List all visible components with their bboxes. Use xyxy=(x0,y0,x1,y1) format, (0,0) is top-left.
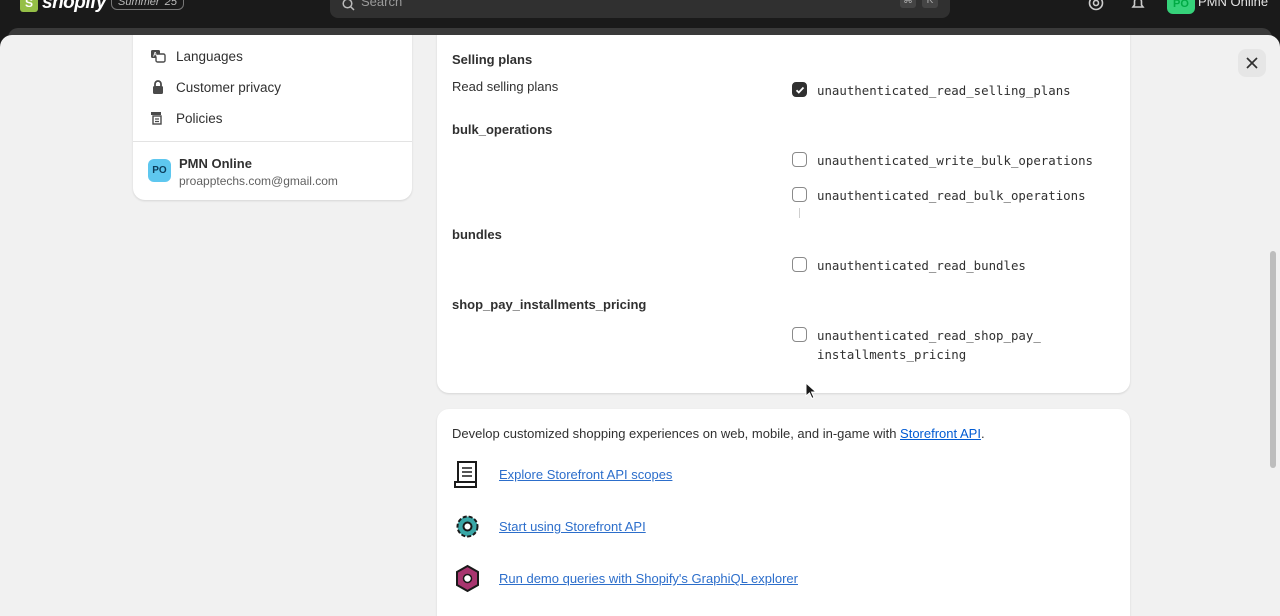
store-name: PMN Online xyxy=(179,156,252,171)
notifications-bell-icon[interactable] xyxy=(1129,0,1147,12)
user-avatar[interactable]: PO xyxy=(1167,0,1195,14)
scope-name: unauthenticated_read_selling_plans xyxy=(817,83,1071,98)
checkmark-icon xyxy=(795,86,804,94)
shopify-logo[interactable]: S shopify xyxy=(20,0,107,14)
scope-name: unauthenticated_write_bulk_operations xyxy=(817,153,1094,168)
scope-row-read-shop-pay-installments[interactable]: unauthenticated_read_shop_pay_ installme… xyxy=(792,326,1041,364)
start-storefront-link[interactable]: Start using Storefront API xyxy=(499,519,646,534)
settings-modal: A Languages Customer privacy Policies PO… xyxy=(0,35,1280,616)
storefront-intro-text: Develop customized shopping experiences … xyxy=(452,426,985,441)
lock-icon xyxy=(150,79,166,95)
scope-row-write-bulk-operations[interactable]: unauthenticated_write_bulk_operations xyxy=(792,151,1093,170)
brand-name: shopify xyxy=(42,0,107,13)
section-subtitle-selling-plans: Read selling plans xyxy=(452,79,559,94)
scope-row-read-selling-plans[interactable]: unauthenticated_read_selling_plans xyxy=(792,81,1071,100)
sidebar-item-label: Languages xyxy=(176,48,243,64)
scope-name-line-2: installments_pricing xyxy=(817,347,967,362)
resource-row-explore-scopes: Explore Storefront API scopes xyxy=(452,459,672,490)
sidebar-item-customer-privacy[interactable]: Customer privacy xyxy=(150,79,281,95)
graphql-icon xyxy=(456,564,479,593)
scope-checkbox[interactable] xyxy=(792,257,807,272)
scope-name-line-1: unauthenticated_read_shop_pay_ xyxy=(817,328,1041,343)
modal-scrollbar[interactable] xyxy=(1270,251,1276,468)
intro-end: . xyxy=(980,426,985,441)
close-icon xyxy=(1246,57,1258,69)
scope-dependency-line xyxy=(799,208,800,218)
edition-badge[interactable]: Summer '25 xyxy=(111,0,184,10)
shortcut-key-cmd: ⌘ xyxy=(900,0,916,8)
support-icon[interactable] xyxy=(1087,0,1105,12)
scope-name: unauthenticated_read_shop_pay_ installme… xyxy=(817,326,1041,364)
section-title-bulk-operations: bulk_operations xyxy=(452,122,553,137)
close-modal-button[interactable] xyxy=(1238,49,1266,77)
store-menu-label[interactable]: PMN Online xyxy=(1198,0,1268,9)
sidebar-item-languages[interactable]: A Languages xyxy=(150,48,243,64)
intro-text: Develop customized shopping experiences … xyxy=(452,426,901,441)
search-icon xyxy=(342,0,355,11)
mouse-cursor-icon xyxy=(805,382,817,400)
settings-sidebar: A Languages Customer privacy Policies PO… xyxy=(133,35,412,200)
section-title-bundles: bundles xyxy=(452,227,502,242)
scope-checkbox[interactable] xyxy=(792,152,807,167)
search-placeholder: Search xyxy=(361,0,403,9)
graphiql-demo-link[interactable]: Run demo queries with Shopify's GraphiQL… xyxy=(499,571,798,586)
shortcut-key-k: K xyxy=(922,0,938,8)
section-title-selling-plans: Selling plans xyxy=(452,52,533,67)
resource-row-graphiql: Run demo queries with Shopify's GraphiQL… xyxy=(452,563,798,594)
scope-name: unauthenticated_read_bundles xyxy=(817,258,1026,273)
scope-checkbox-checked[interactable] xyxy=(792,82,807,97)
scope-row-read-bundles[interactable]: unauthenticated_read_bundles xyxy=(792,256,1026,275)
storefront-scopes-card: Selling plans Read selling plans unauthe… xyxy=(437,35,1130,393)
store-email: proapptechs.com@gmail.com xyxy=(179,174,338,188)
scroll-icon xyxy=(454,461,477,488)
scope-checkbox[interactable] xyxy=(792,327,807,342)
storefront-api-link[interactable]: Storefront API xyxy=(900,426,981,441)
resource-row-start-using: Start using Storefront API xyxy=(452,511,646,542)
languages-icon: A xyxy=(150,48,166,64)
sidebar-item-policies[interactable]: Policies xyxy=(150,110,223,126)
sidebar-item-label: Policies xyxy=(176,110,223,126)
section-title-shop-pay-installments: shop_pay_installments_pricing xyxy=(452,297,647,312)
policies-icon xyxy=(150,110,166,126)
scope-row-read-bulk-operations[interactable]: unauthenticated_read_bulk_operations xyxy=(792,186,1086,205)
store-avatar: PO xyxy=(148,159,171,182)
storefront-resources-card: Develop customized shopping experiences … xyxy=(437,409,1130,616)
scope-name: unauthenticated_read_bulk_operations xyxy=(817,188,1086,203)
gear-icon xyxy=(456,515,479,538)
shopify-bag-icon: S xyxy=(20,0,38,12)
sidebar-item-label: Customer privacy xyxy=(176,79,282,95)
scope-checkbox[interactable] xyxy=(792,187,807,202)
sidebar-divider xyxy=(133,141,412,142)
explore-scopes-link[interactable]: Explore Storefront API scopes xyxy=(499,467,672,482)
svg-text:A: A xyxy=(153,53,158,59)
search-bar[interactable]: Search ⌘ K xyxy=(330,0,950,18)
